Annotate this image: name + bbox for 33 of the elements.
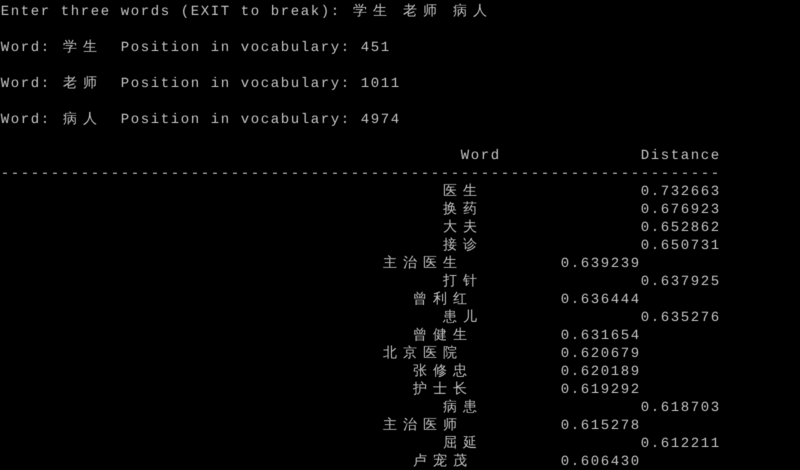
distance-cell: 0.636444 xyxy=(560,291,640,309)
word-cell-text: 接诊 xyxy=(442,237,478,255)
distance-cell: 0.650731 xyxy=(640,237,720,255)
word-cell-text: 北京医院 xyxy=(382,345,458,363)
distance-cell: 0.631654 xyxy=(560,327,640,345)
distance-cell: 0.606430 xyxy=(560,453,640,470)
distance-cell: 0.620679 xyxy=(560,345,640,363)
distance-cell: 0.618703 xyxy=(640,399,720,417)
word-cell-text: 主治医师 xyxy=(382,417,458,435)
word-cell-text: 主治医生 xyxy=(382,255,458,273)
word-cell-text: 曾健生 xyxy=(412,327,468,345)
word-cell-text: 卢宠茂 xyxy=(412,453,468,470)
word-cell-text: 打针 xyxy=(442,273,478,291)
distance-cell: 0.639239 xyxy=(560,255,640,273)
distance-cell: 0.612211 xyxy=(640,435,720,453)
distance-cell: 0.615278 xyxy=(560,417,640,435)
distance-cell: 0.652862 xyxy=(640,219,720,237)
distance-cell: 0.635276 xyxy=(640,309,720,327)
word-cell-text: 大夫 xyxy=(442,219,478,237)
word-cell-text: 医生 xyxy=(442,183,478,201)
word-cell-text: 张修忠 xyxy=(412,363,468,381)
word-cell-text: 屈延 xyxy=(442,435,478,453)
distance-cell: 0.732663 xyxy=(640,183,720,201)
word-cell-text: 曾利红 xyxy=(412,291,468,309)
distance-cell: 0.620189 xyxy=(560,363,640,381)
separator-line: ------------------------------------------------------------------------ xyxy=(0,165,720,183)
distance-cell: 0.619292 xyxy=(560,381,640,399)
word-cell-text: 护士长 xyxy=(412,381,468,399)
distance-cell: 0.637925 xyxy=(640,273,720,291)
distance-cell: 0.676923 xyxy=(640,201,720,219)
word-cell-text: 换药 xyxy=(442,201,478,219)
word-cell-text: 病患 xyxy=(442,399,478,417)
word-cell-text: 患儿 xyxy=(442,309,478,327)
